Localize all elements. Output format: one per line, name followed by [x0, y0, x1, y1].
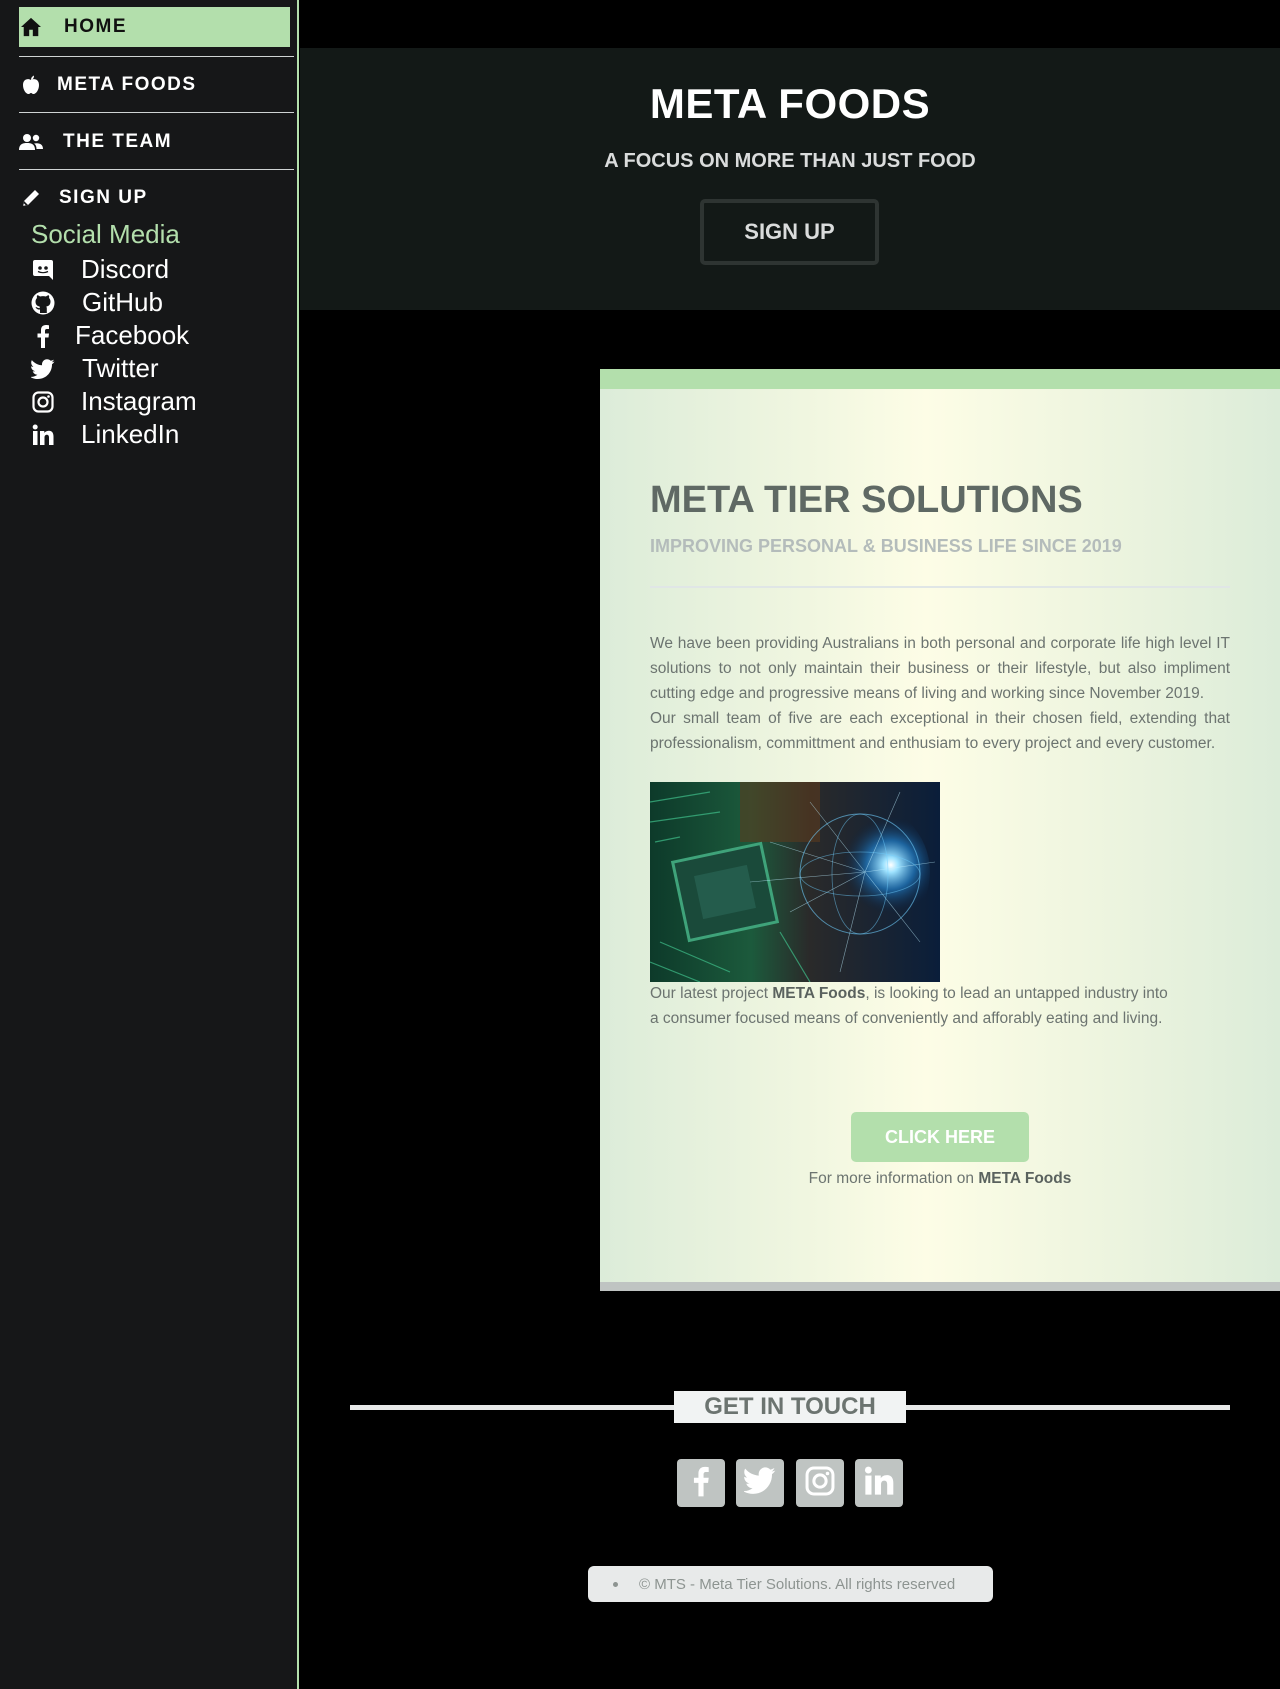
- sidebar: HOME META FOODS THE TEAM SIGN UP Social …: [0, 0, 299, 1689]
- footer-instagram-button[interactable]: [796, 1459, 844, 1507]
- project-name: META Foods: [772, 985, 866, 1002]
- more-info-name: META Foods: [978, 1170, 1072, 1187]
- about-card: META TIER SOLUTIONS IMPROVING PERSONAL &…: [600, 369, 1280, 1291]
- nav-meta-foods-label: META FOODS: [57, 74, 197, 95]
- social-twitter-link[interactable]: Twitter: [31, 353, 159, 384]
- social-media-heading: Social Media: [31, 219, 180, 249]
- card-title: META TIER SOLUTIONS: [650, 479, 1083, 521]
- social-facebook-label: Facebook: [75, 320, 190, 350]
- footer-facebook-button[interactable]: [677, 1459, 725, 1507]
- social-linkedin-label: LinkedIn: [81, 419, 180, 449]
- footer-linkedin-button[interactable]: [855, 1459, 903, 1507]
- pencil-icon: [19, 186, 43, 210]
- nav-home[interactable]: HOME: [19, 7, 290, 47]
- nav-meta-foods[interactable]: META FOODS: [19, 72, 294, 98]
- get-in-touch-heading: GET IN TOUCH: [674, 1391, 906, 1423]
- hero-sign-up-button[interactable]: SIGN UP: [700, 199, 879, 265]
- apple-icon: [19, 73, 43, 97]
- project-prefix: Our latest project: [650, 985, 773, 1002]
- social-linkedin-link[interactable]: LinkedIn: [31, 419, 179, 450]
- github-icon: [31, 291, 55, 315]
- nav-the-team-label: THE TEAM: [63, 131, 173, 152]
- social-instagram-link[interactable]: Instagram: [31, 386, 197, 417]
- copyright-bar: © MTS - Meta Tier Solutions. All rights …: [588, 1566, 993, 1602]
- nav-home-label: HOME: [64, 16, 127, 37]
- hero-header: META FOODS A FOCUS ON MORE THAN JUST FOO…: [300, 48, 1280, 310]
- social-github-link[interactable]: GitHub: [31, 287, 163, 318]
- get-in-touch-line-right: [904, 1405, 1230, 1410]
- nav-divider: [19, 169, 294, 170]
- twitter-icon: [742, 1467, 776, 1499]
- instagram-icon: [31, 390, 55, 414]
- social-discord-label: Discord: [81, 254, 170, 284]
- linkedin-icon: [31, 423, 55, 447]
- instagram-icon: [805, 1466, 835, 1501]
- social-instagram-label: Instagram: [81, 386, 197, 416]
- social-twitter-label: Twitter: [82, 353, 159, 383]
- copyright-text: © MTS - Meta Tier Solutions. All rights …: [639, 1575, 956, 1593]
- bullet-dot: [613, 1581, 618, 1587]
- card-project-text: Our latest project META Foods, is lookin…: [650, 981, 1170, 1031]
- twitter-icon: [31, 357, 55, 381]
- more-info-text: For more information on META Foods: [600, 1170, 1280, 1188]
- nav-the-team[interactable]: THE TEAM: [19, 129, 294, 155]
- social-github-label: GitHub: [82, 287, 163, 317]
- card-divider: [650, 586, 1230, 588]
- hero-title: META FOODS: [649, 80, 931, 127]
- home-icon: [19, 15, 43, 39]
- card-bottom-bar: [600, 1282, 1280, 1291]
- click-here-button[interactable]: CLICK HERE: [851, 1112, 1029, 1162]
- linkedin-icon: [864, 1466, 894, 1501]
- social-facebook-link[interactable]: Facebook: [31, 320, 189, 351]
- nav-sign-up-label: SIGN UP: [59, 187, 148, 208]
- more-info-prefix: For more information on: [808, 1170, 979, 1187]
- facebook-icon: [31, 324, 55, 348]
- discord-icon: [31, 258, 55, 282]
- card-paragraph: Our small team of five are each exceptio…: [650, 710, 1230, 752]
- card-top-bar: [600, 369, 1280, 389]
- footer-twitter-button[interactable]: [736, 1459, 784, 1507]
- hero-subtitle: A FOCUS ON MORE THAN JUST FOOD: [604, 150, 976, 172]
- card-paragraph: We have been providing Australians in bo…: [650, 635, 1230, 702]
- social-discord-link[interactable]: Discord: [31, 254, 169, 285]
- tech-circuit-globe-image: [650, 782, 940, 982]
- get-in-touch-line-left: [350, 1405, 676, 1410]
- card-subtitle: IMPROVING PERSONAL & BUSINESS LIFE SINCE…: [650, 536, 1122, 556]
- facebook-icon: [692, 1465, 710, 1502]
- users-icon: [19, 130, 43, 154]
- nav-divider: [19, 56, 294, 57]
- nav-sign-up[interactable]: SIGN UP: [19, 185, 294, 211]
- nav-divider: [19, 112, 294, 113]
